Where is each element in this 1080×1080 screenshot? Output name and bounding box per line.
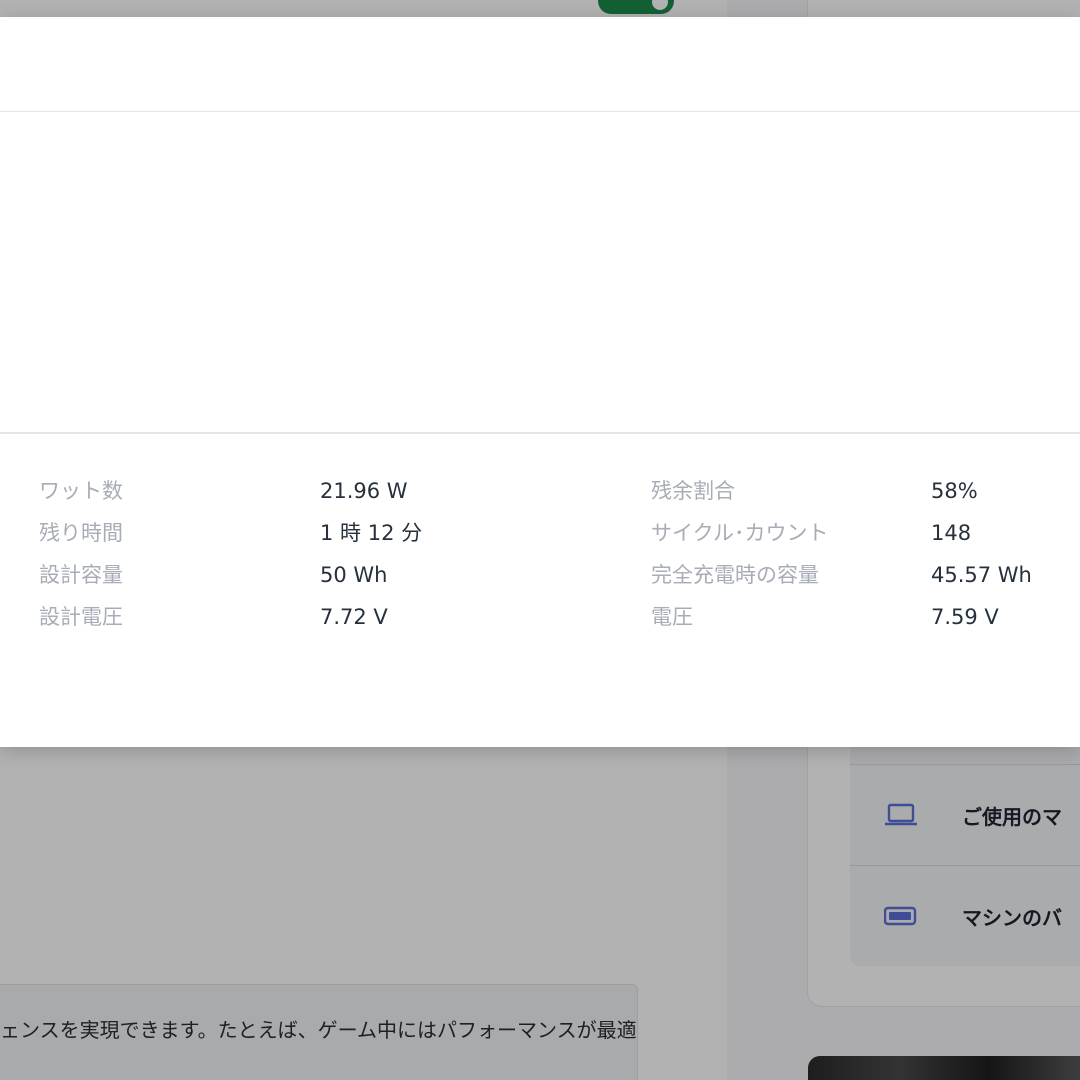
design-capacity-value: 50 Wh — [320, 563, 388, 587]
design-voltage-value: 7.72 V — [320, 605, 388, 629]
voltage-label: 電圧 — [651, 605, 693, 629]
design-voltage-label: 設計電圧 — [39, 605, 123, 629]
cycle-count-value: 148 — [931, 521, 972, 545]
full-charge-capacity-value: 45.57 Wh — [931, 563, 1032, 587]
battery-details-dialog: ワット数 21.96 W 残り時間 1 時 12 分 設計容量 50 Wh 設計… — [0, 17, 1080, 747]
dialog-header — [0, 17, 1080, 112]
time-remaining-value: 1 時 12 分 — [320, 521, 423, 545]
voltage-value: 7.59 V — [931, 605, 999, 629]
cycle-count-label: サイクル･カウント — [651, 521, 829, 545]
remaining-percent-label: 残余割合 — [651, 479, 735, 503]
design-capacity-label: 設計容量 — [39, 563, 123, 587]
divider — [0, 432, 1080, 434]
full-charge-capacity-label: 完全充電時の容量 — [651, 563, 819, 587]
time-remaining-label: 残り時間 — [39, 521, 123, 545]
wattage-label: ワット数 — [39, 479, 123, 503]
wattage-value: 21.96 W — [320, 479, 408, 503]
battery-chart-area — [0, 112, 1080, 432]
remaining-percent-value: 58% — [931, 479, 978, 503]
